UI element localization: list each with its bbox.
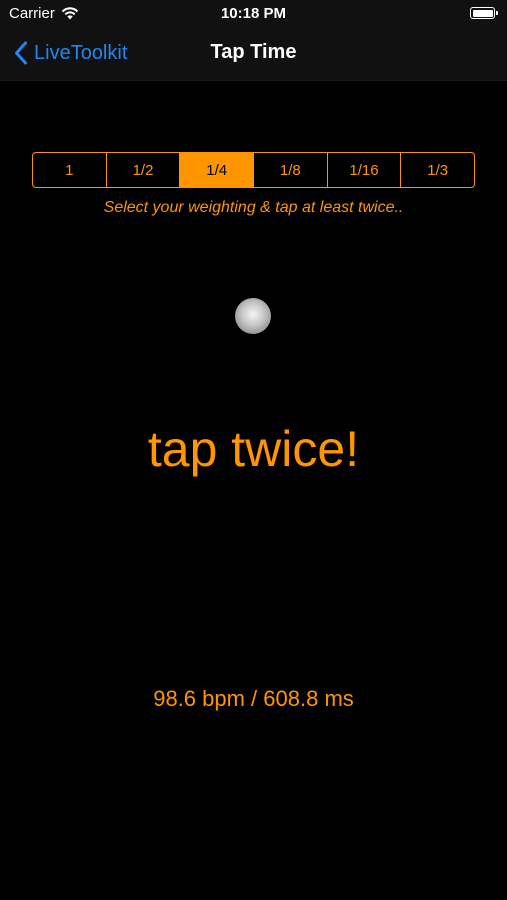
tap-time-screen: Carrier 10:18 PM LiveToolkit Tap Time 11… [0, 0, 507, 900]
weighting-segment[interactable]: 1/8 [254, 153, 328, 187]
weighting-segment[interactable]: 1/2 [107, 153, 181, 187]
weighting-segmented-control: 1 1/2 1/4 1/8 1/16 1/3 [32, 152, 475, 188]
tap-area-prompt[interactable]: tap twice! [0, 420, 507, 478]
battery-level [472, 9, 493, 17]
tempo-readout: 98.6 bpm / 608.8 ms [153, 686, 354, 711]
battery-icon [470, 7, 498, 19]
battery-tip [496, 11, 498, 15]
weighting-segment[interactable]: 1 [33, 153, 107, 187]
navigation-bar: LiveToolkit Tap Time [0, 28, 507, 81]
page-title: Tap Time [210, 41, 297, 63]
weighting-segment[interactable]: 1/4 [180, 153, 255, 187]
weighting-segment[interactable]: 1/16 [328, 153, 402, 187]
status-bar: Carrier 10:18 PM [0, 0, 507, 28]
instruction-text: Select your weighting & tap at least twi… [103, 199, 404, 216]
weighting-segment[interactable]: 1/3 [401, 153, 474, 187]
beat-indicator-ball [235, 298, 271, 334]
status-time: 10:18 PM [220, 5, 287, 22]
